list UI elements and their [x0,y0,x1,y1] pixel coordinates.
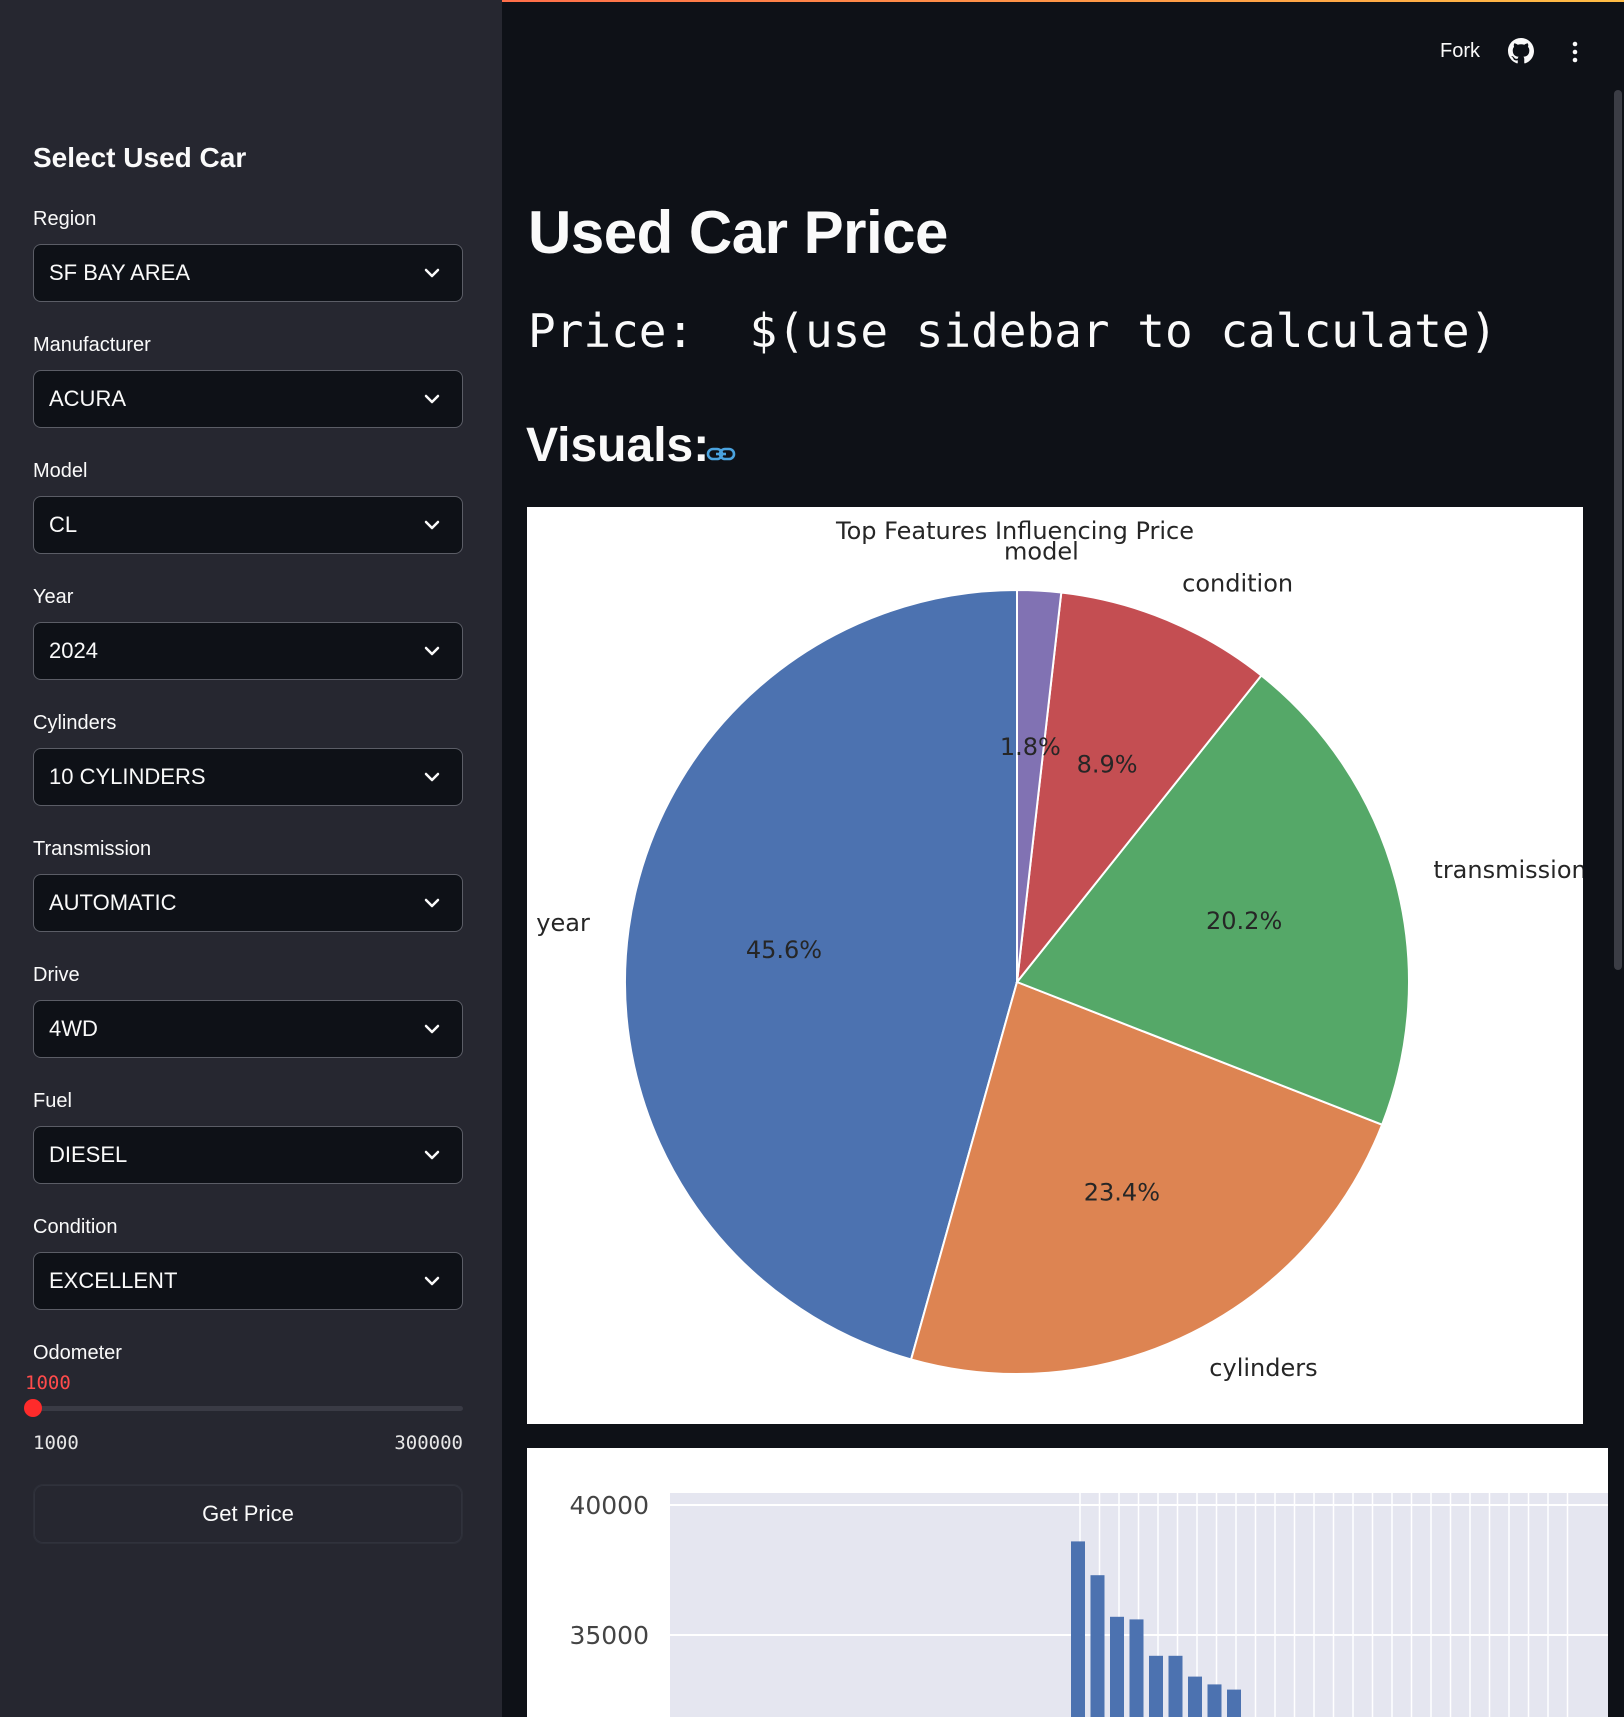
cylinders-label: Cylinders [33,712,117,734]
cylinders-value: 10 CYLINDERS [49,764,206,789]
chevron-down-icon [424,898,440,908]
drive-value: 4WD [49,1016,98,1041]
pie-chart: Top Features Influencing Price45.6%year2… [536,517,1586,1382]
bar-ytick-label: 35000 [569,1621,649,1650]
sidebar: Select Used Car Region SF BAY AREA Manuf… [0,0,502,1717]
manufacturer-select[interactable]: ACURA [33,370,463,428]
chevron-down-icon [424,268,440,278]
transmission-value: AUTOMATIC [49,890,177,915]
odometer-slider-track[interactable] [33,1406,463,1411]
odometer-current-value: 1000 [25,1372,71,1394]
bar [1207,1684,1222,1717]
year-select[interactable]: 2024 [33,622,463,680]
pie-category-label: condition [1182,570,1293,598]
pie-category-label: year [536,909,590,937]
bar-chart: 40000 35000 [569,1491,1608,1717]
price-text: Price: $(use sidebar to calculate) [528,304,1498,358]
bar [1071,1541,1085,1717]
sidebar-title: Select Used Car [33,142,247,173]
region-select[interactable]: SF BAY AREA [33,244,463,302]
bar-ytick-label: 40000 [569,1491,649,1520]
model-select[interactable]: CL [33,496,463,554]
model-label: Model [33,460,88,482]
chevron-down-icon [424,520,440,530]
fuel-label: Fuel [33,1090,72,1112]
chevron-down-icon [424,1024,440,1034]
pie-value-label: 23.4% [1084,1179,1160,1207]
year-value: 2024 [49,638,98,663]
bar [1090,1575,1105,1717]
bar [1129,1619,1144,1717]
get-price-label: Get Price [202,1501,294,1526]
odometer-min: 1000 [33,1432,79,1454]
bar-chart-card: 40000 35000 [527,1448,1608,1717]
bar [1168,1655,1183,1717]
chevron-down-icon [424,1150,440,1160]
chevron-down-icon [424,1276,440,1286]
visuals-heading: Visuals: [526,419,710,472]
pie-value-label: 45.6% [746,936,822,964]
drive-select[interactable]: 4WD [33,1000,463,1058]
pie-category-label: transmission [1433,856,1583,884]
bar [1110,1616,1124,1717]
pie-chart-card: Top Features Influencing Price 45.6% year 2… [527,507,1587,1424]
bar [1188,1676,1202,1717]
github-icon[interactable] [1508,38,1534,64]
condition-value: EXCELLENT [49,1268,178,1293]
pie-category-label: model [1004,537,1079,565]
pie-value-label: 8.9% [1077,751,1138,779]
drive-label: Drive [33,964,80,986]
region-label: Region [33,208,97,230]
odometer-label: Odometer [33,1342,122,1364]
get-price-button[interactable]: Get Price [33,1484,463,1544]
cylinders-select[interactable]: 10 CYLINDERS [33,748,463,806]
transmission-select[interactable]: AUTOMATIC [33,874,463,932]
manufacturer-label: Manufacturer [33,334,151,356]
page-title: Used Car Price [528,199,948,266]
kebab-menu-icon[interactable] [1565,38,1585,66]
bar [1149,1655,1163,1717]
transmission-label: Transmission [33,838,152,860]
condition-select[interactable]: EXCELLENT [33,1252,463,1310]
chevron-down-icon [424,646,440,656]
year-label: Year [33,586,74,608]
manufacturer-value: ACURA [49,386,127,411]
pie-category-label: cylinders [1209,1354,1317,1382]
odometer-slider-thumb[interactable] [24,1399,42,1417]
model-value: CL [49,512,78,537]
pie-value-label: 20.2% [1206,907,1282,935]
chevron-down-icon [424,394,440,404]
fork-link[interactable]: Fork [1440,40,1480,63]
link-icon[interactable] [706,444,736,464]
fuel-value: DIESEL [49,1142,128,1167]
odometer-max: 300000 [394,1432,463,1454]
page-scrollbar[interactable] [1614,90,1622,970]
chevron-down-icon [424,772,440,782]
region-value: SF BAY AREA [49,260,191,285]
pie-value-label: 1.8% [1000,733,1061,761]
fuel-select[interactable]: DIESEL [33,1126,463,1184]
bar [1227,1689,1241,1717]
condition-label: Condition [33,1216,118,1238]
